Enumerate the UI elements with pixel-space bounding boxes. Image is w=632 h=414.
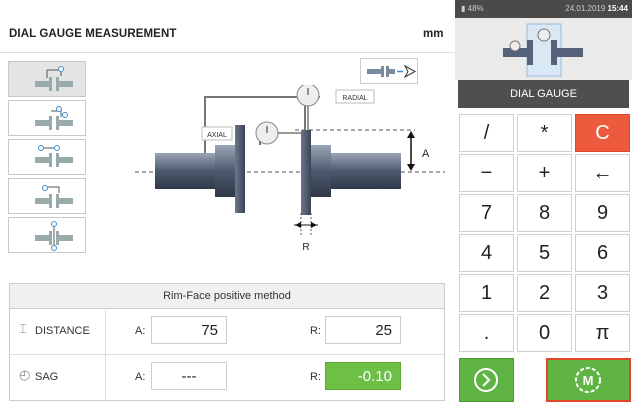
left-flange	[235, 125, 245, 213]
r-dimension-label: R	[302, 242, 309, 253]
method-button-3[interactable]	[8, 139, 86, 175]
date-text: 24.01.2019	[565, 4, 606, 13]
left-shaft	[155, 153, 215, 189]
distance-a-input[interactable]: 75	[151, 316, 227, 344]
sag-a-input[interactable]: ---	[151, 362, 227, 390]
unit-label: mm	[423, 28, 444, 40]
double-face-icon	[35, 221, 73, 251]
key-plus[interactable]: +	[517, 154, 572, 192]
right-shaft	[331, 153, 401, 189]
sag-r-input[interactable]: -0.10	[325, 362, 401, 390]
axial-label: AXIAL	[207, 132, 227, 139]
status-bar: ▮ 48% 24.01.2019 15:44	[455, 0, 632, 18]
time-text: 15:44	[607, 4, 628, 13]
rim-rim-icon	[35, 145, 73, 167]
key-9[interactable]: 9	[575, 194, 630, 232]
setup-thumbnail[interactable]	[455, 18, 632, 80]
keypad-panel: ▮ 48% 24.01.2019 15:44 DIAL GAUGE / * C − + ←…	[455, 0, 632, 405]
key-multiply[interactable]: *	[517, 114, 572, 152]
radial-label: RADIAL	[342, 95, 367, 102]
sag-a-label: A:	[135, 371, 146, 383]
method-button-2[interactable]	[8, 100, 86, 136]
measure-gear-icon: M	[575, 367, 601, 393]
key-clear[interactable]: C	[575, 114, 630, 152]
method-title: Rim-Face positive method	[10, 284, 444, 309]
datetime: 24.01.2019 15:44	[565, 4, 628, 13]
right-flange	[301, 130, 311, 215]
reverse-rim-icon	[35, 185, 73, 208]
sag-label: SAG	[35, 371, 59, 383]
dial-gauge-setup-icon	[503, 23, 583, 77]
chevron-right-circle-icon	[474, 368, 498, 392]
method-button-5[interactable]	[8, 217, 86, 253]
mode-title: DIAL GAUGE	[458, 80, 629, 108]
key-2[interactable]: 2	[517, 274, 572, 312]
measurement-table: Rim-Face positive method ⌶ DISTANCE A: 7…	[9, 283, 445, 401]
measure-button[interactable]: M	[546, 358, 631, 402]
battery-icon: ▮	[461, 4, 466, 13]
distance-label-cell: ⌶ DISTANCE	[10, 308, 106, 354]
method-button-1[interactable]	[8, 61, 86, 97]
key-minus[interactable]: −	[459, 154, 514, 192]
key-8[interactable]: 8	[517, 194, 572, 232]
distance-row: ⌶ DISTANCE A: 75 R: 25	[10, 308, 444, 355]
key-decimal[interactable]: .	[459, 314, 514, 352]
key-0[interactable]: 0	[517, 314, 572, 352]
face-face-icon	[35, 106, 73, 130]
key-backspace[interactable]: ←	[575, 154, 630, 192]
key-pi[interactable]: π	[575, 314, 630, 352]
a-dimension-label: A	[422, 148, 430, 160]
distance-label: DISTANCE	[35, 325, 90, 337]
measurement-panel: DIAL GAUGE MEASUREMENT mm RADIAL AXIAL A…	[0, 0, 455, 405]
page-title: DIAL GAUGE MEASUREMENT	[9, 28, 177, 40]
header-divider	[0, 52, 455, 53]
battery-indicator: ▮ 48%	[461, 4, 484, 13]
battery-level: 48%	[467, 4, 484, 13]
coupling-diagram: RADIAL AXIAL A R	[135, 85, 445, 253]
next-button[interactable]	[459, 358, 514, 402]
key-5[interactable]: 5	[517, 234, 572, 272]
key-slash[interactable]: /	[459, 114, 514, 152]
svg-text:M: M	[583, 373, 594, 388]
distance-icon: ⌶	[19, 321, 27, 336]
sag-row: ◴ SAG A: --- R: -0.10	[10, 354, 444, 400]
key-4[interactable]: 4	[459, 234, 514, 272]
key-1[interactable]: 1	[459, 274, 514, 312]
key-7[interactable]: 7	[459, 194, 514, 232]
sag-icon: ◴	[19, 367, 31, 382]
method-button-4[interactable]	[8, 178, 86, 214]
distance-r-input[interactable]: 25	[325, 316, 401, 344]
rim-face-icon	[35, 66, 73, 91]
key-6[interactable]: 6	[575, 234, 630, 272]
sag-label-cell: ◴ SAG	[10, 354, 106, 400]
view-toggle-button[interactable]	[360, 58, 418, 84]
distance-a-label: A:	[135, 325, 146, 337]
sag-r-label: R:	[310, 371, 321, 383]
key-3[interactable]: 3	[575, 274, 630, 312]
distance-r-label: R:	[310, 325, 321, 337]
shaft-direction-icon	[367, 64, 417, 79]
